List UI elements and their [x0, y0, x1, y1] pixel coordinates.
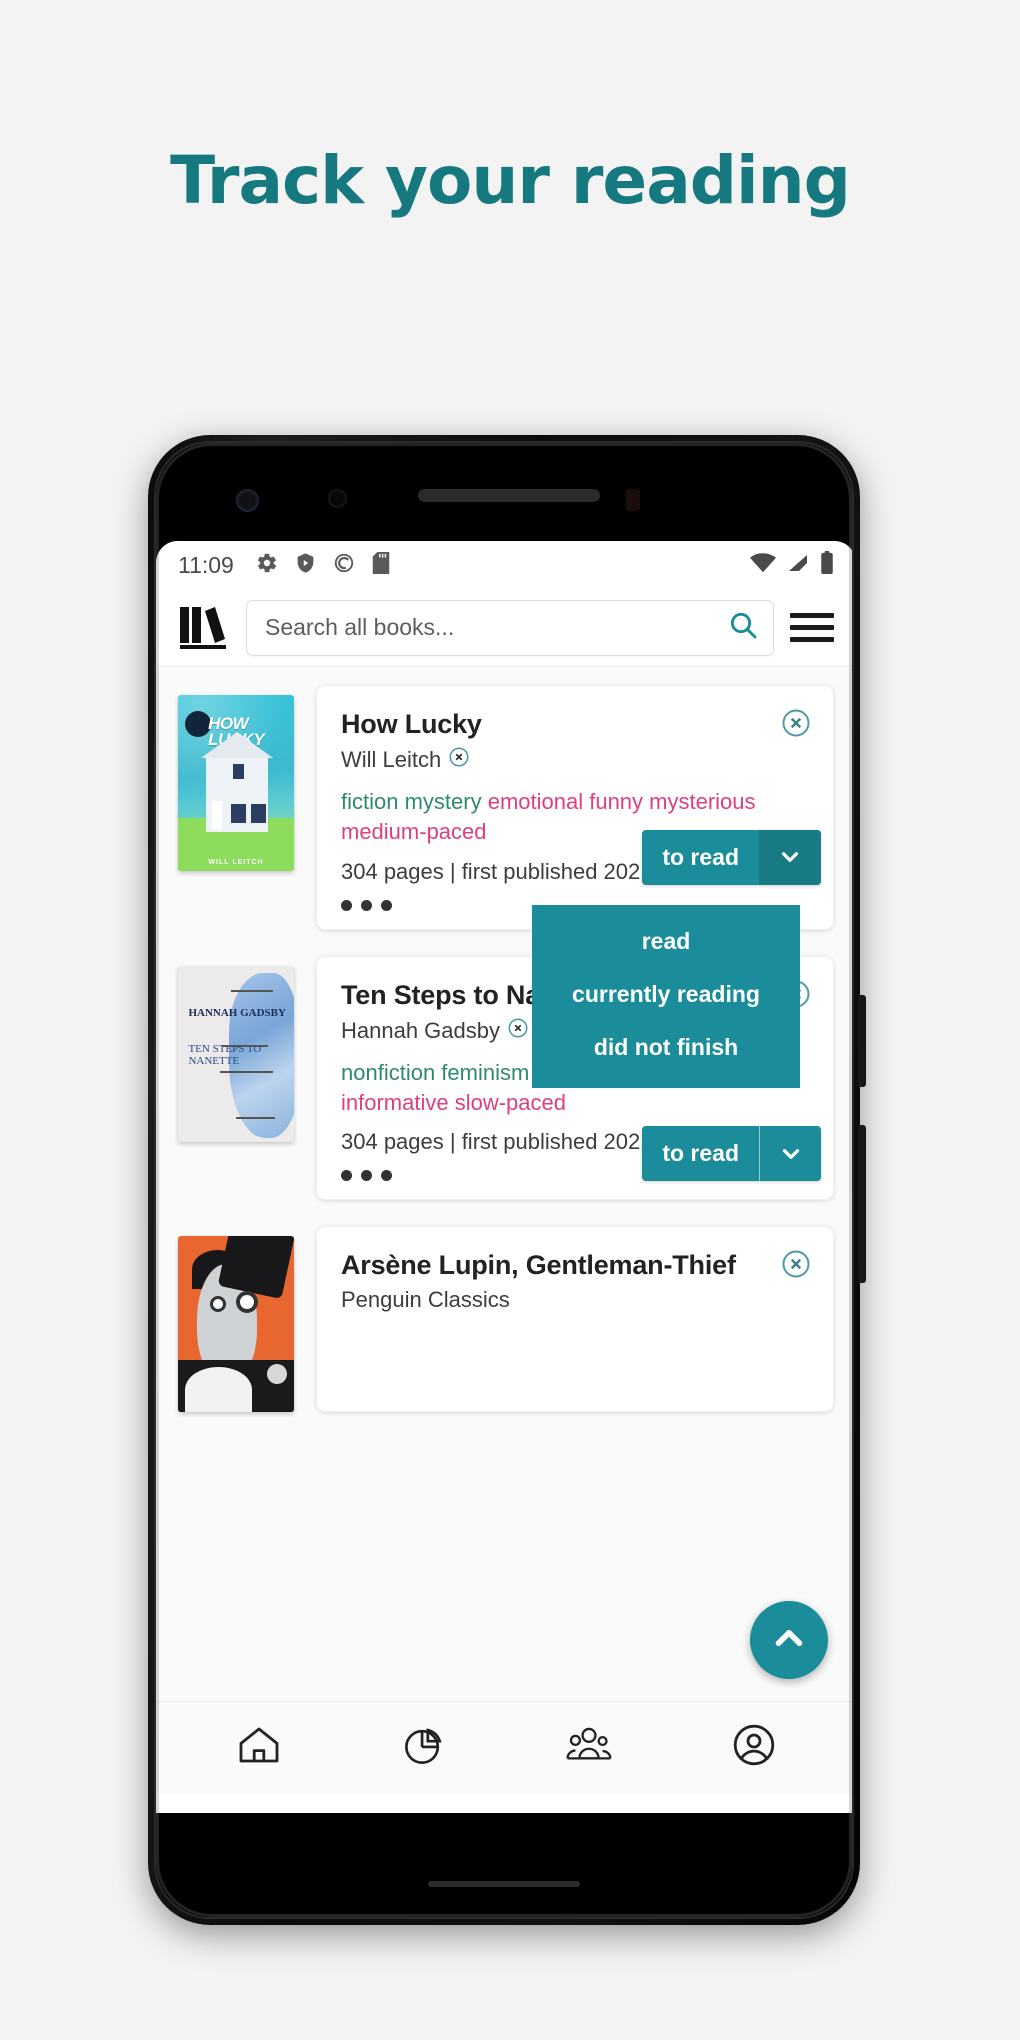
- nav-profile[interactable]: [715, 1718, 793, 1778]
- book-card: Arsène Lupin, Gentleman-Thief Penguin Cl…: [316, 1226, 834, 1413]
- sd-card-icon: [372, 551, 390, 579]
- hamburger-menu-icon[interactable]: [790, 613, 834, 642]
- nav-home[interactable]: [220, 1718, 298, 1778]
- shield-icon: [295, 552, 316, 579]
- book-cover[interactable]: HANNAH GADSBY TEN STEPS TO NANETTE: [178, 965, 294, 1142]
- power-button[interactable]: [858, 1125, 866, 1283]
- list-item: HOW LUCKY WILL LEITCH How Lucky Will Lei…: [156, 685, 852, 930]
- phone-screen: 11:09 Search all books... HOW LUCKY WILL…: [156, 541, 852, 1831]
- earpiece-speaker: [418, 489, 600, 502]
- dropdown-option-currently-reading[interactable]: currently reading: [532, 968, 800, 1021]
- book-card: How Lucky Will Leitch fiction mystery em…: [316, 685, 834, 930]
- cover-title: HANNAH GADSBY: [188, 1006, 286, 1019]
- circle-slash-icon: [333, 552, 355, 579]
- book-title: Arsène Lupin, Gentleman-Thief: [341, 1250, 736, 1281]
- phone-chin: [156, 1813, 852, 1917]
- books-logo[interactable]: [178, 605, 230, 651]
- book-cover[interactable]: [178, 1236, 294, 1413]
- wifi-icon: [750, 552, 776, 578]
- volume-button[interactable]: [858, 995, 866, 1087]
- shelf-label: to read: [662, 843, 739, 870]
- remove-book-icon[interactable]: [781, 708, 811, 743]
- scroll-to-top-button[interactable]: [750, 1601, 828, 1679]
- home-icon: [235, 1721, 283, 1774]
- shelf-dropdown-button[interactable]: to read: [642, 1126, 821, 1182]
- status-time: 11:09: [178, 551, 234, 578]
- nav-stats[interactable]: [385, 1718, 463, 1778]
- chevron-up-icon: [768, 1617, 810, 1664]
- battery-icon: [820, 551, 834, 579]
- book-author: Penguin Classics: [341, 1287, 510, 1313]
- gear-icon: [256, 552, 278, 579]
- shelf-label: to read: [662, 1140, 739, 1167]
- remove-book-icon[interactable]: [781, 1249, 811, 1284]
- account-circle-icon: [730, 1721, 778, 1774]
- search-placeholder: Search all books...: [265, 614, 455, 640]
- dropdown-option-did-not-finish[interactable]: did not finish: [532, 1021, 800, 1074]
- book-list: HOW LUCKY WILL LEITCH How Lucky Will Lei…: [156, 667, 852, 1701]
- remove-author-icon[interactable]: [507, 1017, 529, 1045]
- genre-tags[interactable]: fiction mystery: [341, 789, 482, 814]
- chevron-down-icon[interactable]: [759, 829, 821, 885]
- book-title: How Lucky: [341, 709, 482, 739]
- ir-sensor-icon: [626, 489, 640, 511]
- shelf-dropdown-button[interactable]: to read: [642, 829, 821, 885]
- search-icon[interactable]: [727, 609, 759, 646]
- app-bar: Search all books...: [156, 589, 852, 667]
- book-author: Will Leitch: [341, 746, 809, 774]
- signal-icon: [787, 553, 809, 578]
- page-title: Track your reading: [170, 142, 851, 219]
- promo-screenshot: Track your reading 11:09 Search all book…: [0, 0, 1020, 2040]
- nav-community[interactable]: [550, 1718, 628, 1778]
- cover-author: WILL LEITCH: [208, 858, 264, 866]
- phone-mockup: 11:09 Search all books... HOW LUCKY WILL…: [148, 435, 866, 1925]
- dropdown-option-read[interactable]: read: [532, 915, 800, 968]
- search-input[interactable]: Search all books...: [246, 599, 774, 656]
- front-camera-icon: [236, 489, 259, 512]
- bottom-navigation: [156, 1701, 852, 1793]
- pie-chart-icon: [401, 1722, 447, 1773]
- remove-author-icon[interactable]: [448, 746, 470, 774]
- sensor-icon: [328, 489, 347, 508]
- list-item: Arsène Lupin, Gentleman-Thief Penguin Cl…: [156, 1226, 852, 1413]
- book-cover[interactable]: HOW LUCKY WILL LEITCH: [178, 695, 294, 871]
- shelf-dropdown-menu[interactable]: read currently reading did not finish: [532, 905, 800, 1088]
- chevron-down-icon[interactable]: [759, 1126, 821, 1182]
- people-icon: [564, 1721, 614, 1774]
- status-bar: 11:09: [156, 541, 852, 589]
